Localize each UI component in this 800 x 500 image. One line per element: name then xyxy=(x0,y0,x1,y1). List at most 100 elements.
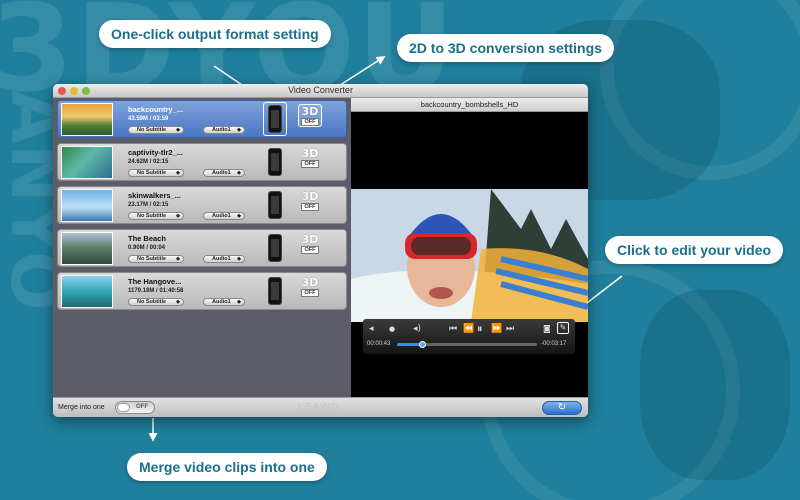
bottom-toolbar: Merge into one OFF LEAWO ↻ xyxy=(53,397,588,417)
dropdown-arrow-icon: ◆ xyxy=(237,299,241,305)
convert-icon: ↻ xyxy=(557,402,567,413)
window-titlebar: Video Converter xyxy=(53,84,588,98)
video-thumbnail xyxy=(61,103,113,136)
video-meta: 43.59M / 03:59 xyxy=(128,116,169,122)
video-meta: 0.90M / 00:04 xyxy=(128,245,166,251)
subtitle-value: No Subtitle xyxy=(137,213,167,219)
merge-label: Merge into one xyxy=(58,404,105,411)
output-format-button[interactable] xyxy=(263,102,287,136)
seek-handle[interactable] xyxy=(419,341,427,348)
3d-settings-button[interactable]: 3D OFF xyxy=(298,190,322,211)
skip-forward-icon[interactable]: ⏭ xyxy=(506,322,514,336)
camera-icon[interactable]: ◙ xyxy=(543,322,551,336)
audio-dropdown[interactable]: Audio1 ◆ xyxy=(203,255,245,263)
3d-state-badge: OFF xyxy=(301,118,319,126)
player-title: backcountry_bombshells_HD xyxy=(351,98,588,112)
video-name: The Hangove... xyxy=(128,277,182,286)
volume-down-icon[interactable]: ◂ xyxy=(369,322,374,336)
merge-toggle[interactable]: OFF xyxy=(115,401,155,414)
dropdown-arrow-icon: ◆ xyxy=(237,256,241,262)
3d-label: 3D xyxy=(301,276,319,289)
video-meta: 23.17M / 02:15 xyxy=(128,202,169,208)
video-list: backcountry_... 43.59M / 03:59 No Subtit… xyxy=(53,98,351,397)
callout-3d-conversion: 2D to 3D conversion settings xyxy=(397,34,614,62)
dropdown-arrow-icon: ◆ xyxy=(176,256,180,262)
3d-settings-button[interactable]: 3D OFF xyxy=(298,147,322,168)
video-frame-image xyxy=(351,189,588,322)
3d-settings-button[interactable]: 3D OFF xyxy=(298,104,322,127)
subtitle-value: No Subtitle xyxy=(137,127,167,133)
subtitle-dropdown[interactable]: No Subtitle ◆ xyxy=(128,169,184,177)
audio-dropdown[interactable]: Audio1 ◆ xyxy=(203,126,245,134)
video-meta: 24.62M / 02:15 xyxy=(128,159,169,165)
skip-back-icon[interactable]: ⏮ xyxy=(449,322,457,336)
time-elapsed: 00:00:43 xyxy=(367,341,391,347)
toggle-knob xyxy=(117,403,130,412)
audio-dropdown[interactable]: Audio1 ◆ xyxy=(203,298,245,306)
audio-dropdown[interactable]: Audio1 ◆ xyxy=(203,169,245,177)
3d-label: 3D xyxy=(301,190,319,203)
video-item-3[interactable]: The Beach 0.90M / 00:04 No Subtitle ◆ Aud… xyxy=(57,229,347,267)
subtitle-dropdown[interactable]: No Subtitle ◆ xyxy=(128,212,184,220)
3d-settings-button[interactable]: 3D OFF xyxy=(298,233,322,254)
3d-label: 3D xyxy=(301,233,319,246)
dropdown-arrow-icon: ◆ xyxy=(237,213,241,219)
dropdown-arrow-icon: ◆ xyxy=(176,299,180,305)
video-thumbnail xyxy=(61,275,113,308)
video-item-4[interactable]: The Hangove... 1179.18M / 01:40:58 No Su… xyxy=(57,272,347,310)
video-item-2[interactable]: skinwalkers_... 23.17M / 02:15 No Subtit… xyxy=(57,186,347,224)
dropdown-arrow-icon: ◆ xyxy=(176,170,180,176)
audio-dropdown[interactable]: Audio1 ◆ xyxy=(203,212,245,220)
subtitle-value: No Subtitle xyxy=(137,256,167,262)
phone-icon[interactable] xyxy=(268,148,282,176)
audio-value: Audio1 xyxy=(212,170,231,176)
playback-controls: ◂ ● ◂) ⏮ ⏪ ⏸ ⏩ ⏭ ◙ ✎ 00:00:43 -00:03:17 xyxy=(363,319,575,354)
dropdown-arrow-icon: ◆ xyxy=(176,127,180,133)
video-item-1[interactable]: captivity-tlr2_... 24.62M / 02:15 No Sub… xyxy=(57,143,347,181)
edit-icon[interactable]: ✎ xyxy=(557,322,569,334)
video-frame[interactable] xyxy=(351,189,588,322)
subtitle-dropdown[interactable]: No Subtitle ◆ xyxy=(128,255,184,263)
3d-label: 3D xyxy=(301,105,319,118)
video-thumbnail xyxy=(61,189,113,222)
video-name: captivity-tlr2_... xyxy=(128,148,184,157)
preview-player: backcountry_bombshells_HD ◂ ● ◂) ⏮ ⏪ ⏸ ⏩… xyxy=(351,98,588,397)
phone-icon xyxy=(268,105,282,133)
audio-value: Audio1 xyxy=(212,213,231,219)
subtitle-value: No Subtitle xyxy=(137,170,167,176)
3d-state-badge: OFF xyxy=(301,203,319,211)
seek-bar[interactable] xyxy=(397,341,537,348)
audio-value: Audio1 xyxy=(212,127,231,133)
audio-value: Audio1 xyxy=(212,256,231,262)
phone-icon[interactable] xyxy=(268,234,282,262)
audio-value: Audio1 xyxy=(212,299,231,305)
dropdown-arrow-icon: ◆ xyxy=(237,170,241,176)
3d-settings-button[interactable]: 3D OFF xyxy=(298,276,322,297)
pause-icon[interactable]: ⏸ xyxy=(477,322,483,336)
convert-button[interactable]: ↻ xyxy=(542,401,582,415)
3d-label: 3D xyxy=(301,147,319,160)
rewind-icon[interactable]: ⏪ xyxy=(463,322,474,336)
callout-merge: Merge video clips into one xyxy=(127,453,327,481)
phone-icon[interactable] xyxy=(268,191,282,219)
video-converter-window: Video Converter backcountry_... 43.59M /… xyxy=(53,84,588,417)
time-remaining: -00:03:17 xyxy=(541,341,567,347)
fast-forward-icon[interactable]: ⏩ xyxy=(491,322,502,336)
volume-up-icon[interactable]: ◂) xyxy=(413,322,421,336)
video-item-0[interactable]: backcountry_... 43.59M / 03:59 No Subtit… xyxy=(57,100,347,138)
subtitle-dropdown[interactable]: No Subtitle ◆ xyxy=(128,126,184,134)
dropdown-arrow-icon: ◆ xyxy=(176,213,180,219)
dropdown-arrow-icon: ◆ xyxy=(237,127,241,133)
video-name: backcountry_... xyxy=(128,105,184,114)
video-name: The Beach xyxy=(128,234,166,243)
volume-slider[interactable]: ● xyxy=(389,322,395,336)
3d-state-badge: OFF xyxy=(301,160,319,168)
video-thumbnail xyxy=(61,146,113,179)
video-name: skinwalkers_... xyxy=(128,191,181,200)
video-meta: 1179.18M / 01:40:58 xyxy=(128,288,184,294)
phone-icon[interactable] xyxy=(268,277,282,305)
subtitle-dropdown[interactable]: No Subtitle ◆ xyxy=(128,298,184,306)
3d-state-badge: OFF xyxy=(301,289,319,297)
3d-state-badge: OFF xyxy=(301,246,319,254)
brand-logo: LEAWO xyxy=(298,402,340,413)
